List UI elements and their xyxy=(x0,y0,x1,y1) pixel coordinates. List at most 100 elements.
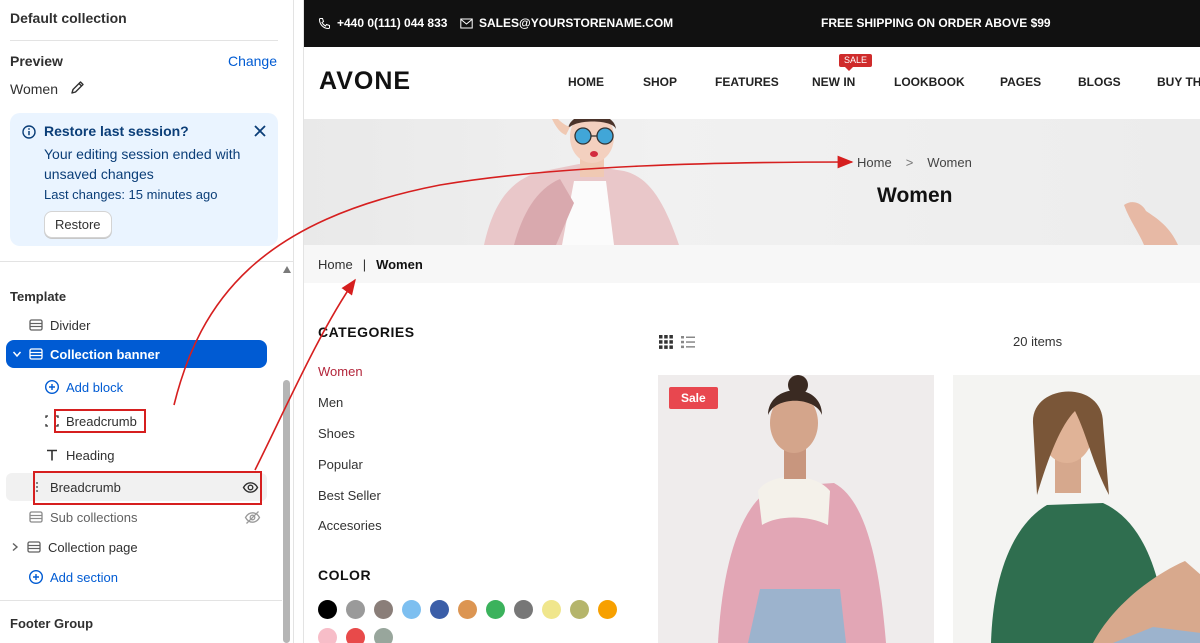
section-icon xyxy=(29,348,43,360)
email-address: SALES@YOURSTORENAME.COM xyxy=(479,16,674,30)
nav-item-new-in[interactable]: NEW IN xyxy=(812,75,855,89)
banner-hand-image xyxy=(1124,202,1178,245)
phone-icon xyxy=(318,17,330,29)
main-nav: AVONE HOME SHOP FEATURES NEW IN SALE LOO… xyxy=(304,47,1200,119)
color-swatch[interactable] xyxy=(430,600,449,619)
divider xyxy=(10,40,278,41)
restore-button[interactable]: Restore xyxy=(44,211,112,238)
restore-session-banner: Restore last session? Your editing sessi… xyxy=(10,113,278,246)
info-icon xyxy=(22,125,36,139)
collection-banner: Home > Women Women xyxy=(304,119,1200,245)
editor-sidebar: Default collection Preview Change Women … xyxy=(0,0,294,643)
category-women[interactable]: Women xyxy=(318,364,363,379)
tree-item-collection-page[interactable]: Collection page xyxy=(0,533,138,561)
footer-group-label: Footer Group xyxy=(10,616,94,631)
plus-circle-icon xyxy=(44,379,60,395)
nav-item-features[interactable]: FEATURES xyxy=(715,75,779,89)
section-icon xyxy=(29,511,43,523)
preview-label: Preview xyxy=(10,53,63,69)
list-view-icon[interactable] xyxy=(680,334,696,350)
scroll-up-arrow[interactable] xyxy=(283,266,291,273)
banner-breadcrumb: Home > Women xyxy=(857,155,972,170)
color-swatch[interactable] xyxy=(318,600,337,619)
eye-slash-icon[interactable] xyxy=(244,509,261,526)
banner-breadcrumb-home[interactable]: Home xyxy=(857,155,892,170)
divider xyxy=(0,600,282,601)
product-card[interactable]: Sale xyxy=(658,375,934,643)
divider xyxy=(0,261,293,262)
breadcrumb-separator: > xyxy=(905,155,914,170)
color-swatch[interactable] xyxy=(374,600,393,619)
color-swatch[interactable] xyxy=(346,628,365,643)
breadcrumb-separator: | xyxy=(362,256,367,272)
color-swatch[interactable] xyxy=(346,600,365,619)
add-section-button[interactable]: Add section xyxy=(28,563,118,591)
nav-item-buy-theme[interactable]: BUY THI xyxy=(1157,75,1200,89)
nav-item-pages[interactable]: PAGES xyxy=(1000,75,1041,89)
add-block-button[interactable]: Add block xyxy=(44,373,123,401)
section-icon xyxy=(27,541,41,553)
scrollbar-thumb[interactable] xyxy=(283,380,290,643)
category-accesories[interactable]: Accesories xyxy=(318,518,382,533)
banner-text: Your editing session ended with unsaved … xyxy=(44,146,241,182)
color-swatch[interactable] xyxy=(514,600,533,619)
categories-title: CATEGORIES xyxy=(318,324,415,340)
product-image xyxy=(658,375,934,643)
sale-tag: SALE xyxy=(839,54,873,71)
text-icon xyxy=(47,449,57,461)
annotation-box xyxy=(33,471,262,505)
collection-title: Women xyxy=(877,184,953,207)
color-swatch[interactable] xyxy=(458,600,477,619)
mail-icon xyxy=(460,18,473,28)
phone-contact[interactable]: +440 0(111) 044 833 xyxy=(318,16,447,30)
page-title: Default collection xyxy=(10,10,127,26)
section-icon xyxy=(29,319,43,331)
color-swatch[interactable] xyxy=(598,600,617,619)
template-label: Template xyxy=(10,289,67,304)
phone-number: +440 0(111) 044 833 xyxy=(337,16,448,30)
banner-model-image xyxy=(484,119,679,245)
items-count: 20 items xyxy=(1013,334,1063,349)
tree-item-sub-collections[interactable]: Sub collections xyxy=(28,503,267,531)
nav-item-shop[interactable]: SHOP xyxy=(643,75,677,89)
store-preview: +440 0(111) 044 833 SALES@YOURSTORENAME.… xyxy=(303,0,1200,643)
plus-circle-icon xyxy=(28,569,44,585)
banner-title: Restore last session? xyxy=(44,123,189,139)
color-swatch[interactable] xyxy=(402,600,421,619)
chevron-right-icon[interactable] xyxy=(10,542,20,552)
announcement-bar: +440 0(111) 044 833 SALES@YOURSTORENAME.… xyxy=(304,0,1200,47)
nav-item-home[interactable]: HOME xyxy=(568,75,604,89)
shipping-notice: FREE SHIPPING ON ORDER ABOVE $99 xyxy=(821,16,1051,30)
color-swatch[interactable] xyxy=(318,628,337,643)
email-contact[interactable]: SALES@YOURSTORENAME.COM xyxy=(460,16,673,30)
nav-item-lookbook[interactable]: LOOKBOOK xyxy=(894,75,965,89)
nav-item-blogs[interactable]: BLOGS xyxy=(1078,75,1121,89)
color-swatch[interactable] xyxy=(374,628,393,643)
product-card[interactable] xyxy=(953,375,1200,643)
tree-item-heading-block[interactable]: Heading xyxy=(44,441,114,469)
pencil-icon[interactable] xyxy=(69,80,85,96)
close-icon[interactable] xyxy=(252,123,268,139)
store-logo[interactable]: AVONE xyxy=(319,67,411,96)
tree-item-label: Collection page xyxy=(48,539,138,555)
tree-item-collection-banner[interactable]: Collection banner xyxy=(6,340,267,368)
preview-value: Women xyxy=(10,81,58,97)
color-swatch[interactable] xyxy=(542,600,561,619)
category-men[interactable]: Men xyxy=(318,395,343,410)
chevron-down-icon[interactable] xyxy=(12,349,22,359)
tree-item-label: Divider xyxy=(50,317,91,333)
category-shoes[interactable]: Shoes xyxy=(318,426,355,441)
breadcrumb-current: Women xyxy=(376,256,423,272)
view-toggle xyxy=(658,334,696,350)
banner-last-changes: Last changes: 15 minutes ago xyxy=(44,187,218,202)
change-preview-link[interactable]: Change xyxy=(228,53,277,69)
breadcrumb-home[interactable]: Home xyxy=(318,257,353,272)
tree-item-divider[interactable]: Divider xyxy=(28,311,90,339)
category-popular[interactable]: Popular xyxy=(318,457,363,472)
color-swatch[interactable] xyxy=(486,600,505,619)
tree-item-label: Sub collections xyxy=(50,509,138,525)
category-best-seller[interactable]: Best Seller xyxy=(318,488,381,503)
color-swatch[interactable] xyxy=(570,600,589,619)
banner-breadcrumb-current: Women xyxy=(927,155,972,170)
grid-view-icon[interactable] xyxy=(658,334,674,350)
